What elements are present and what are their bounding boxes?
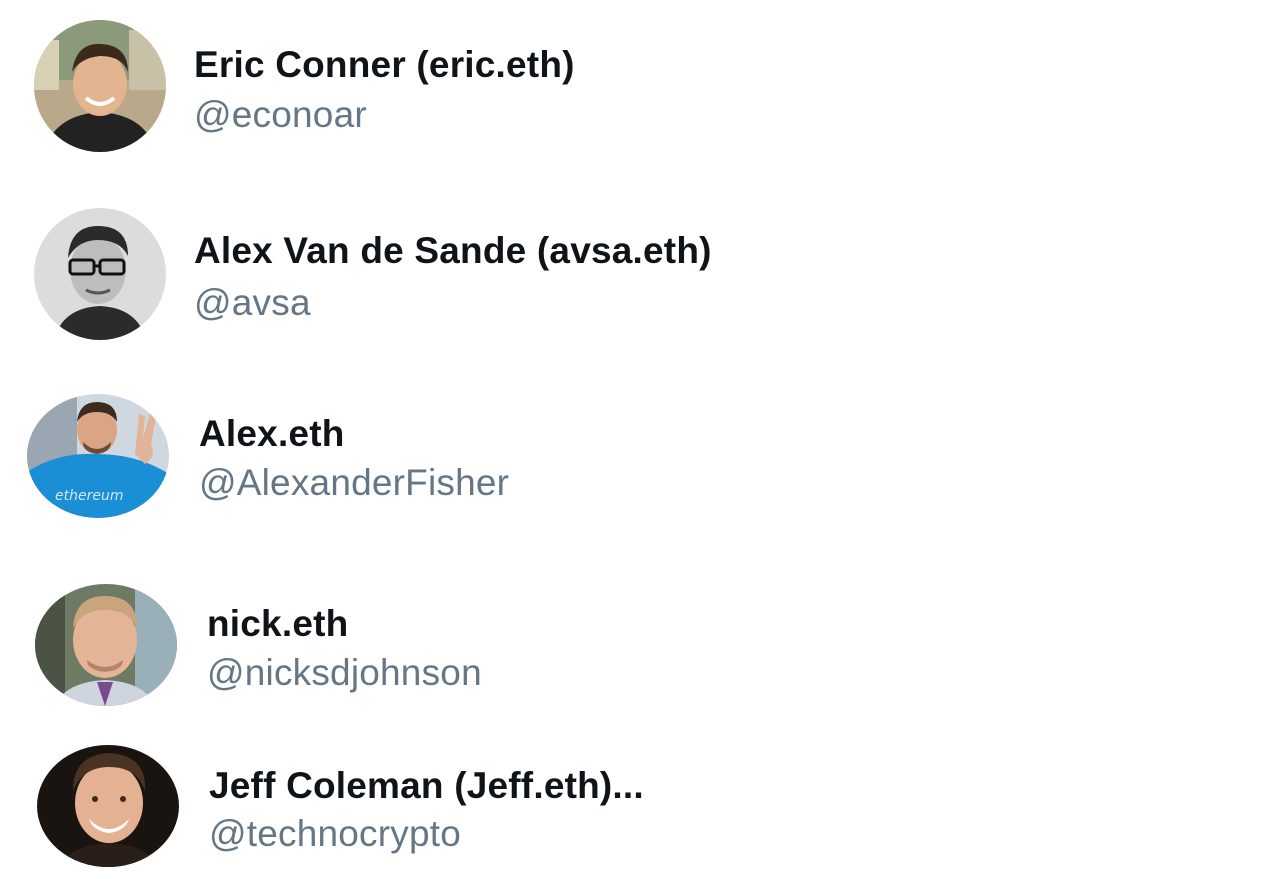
display-name[interactable]: Jeff Coleman (Jeff.eth)...: [209, 765, 644, 807]
display-name[interactable]: Alex Van de Sande (avsa.eth): [194, 230, 712, 272]
user-photo-avatar-icon: ethereum: [27, 394, 169, 518]
display-name[interactable]: Alex.eth: [199, 413, 345, 455]
user-handle[interactable]: @nicksdjohnson: [207, 652, 482, 694]
account-row-avsa[interactable]: Alex Van de Sande (avsa.eth) @avsa: [34, 208, 934, 342]
user-handle[interactable]: @avsa: [194, 282, 311, 324]
avatar[interactable]: [34, 20, 166, 152]
user-photo-avatar-icon: [34, 20, 166, 152]
avatar[interactable]: [34, 208, 166, 340]
user-photo-avatar-icon: [34, 208, 166, 340]
display-name[interactable]: Eric Conner (eric.eth): [194, 44, 575, 86]
avatar[interactable]: [37, 745, 179, 867]
account-row-technocrypto[interactable]: Jeff Coleman (Jeff.eth)... @technocrypto: [37, 745, 937, 879]
avatar[interactable]: ethereum: [27, 394, 169, 518]
display-name[interactable]: nick.eth: [207, 603, 348, 645]
user-photo-avatar-icon: [35, 584, 177, 706]
avatar-shirt-text: ethereum: [55, 488, 123, 504]
account-row-econoar[interactable]: Eric Conner (eric.eth) @econoar: [34, 20, 934, 154]
user-handle[interactable]: @econoar: [194, 94, 367, 136]
user-handle[interactable]: @technocrypto: [209, 813, 461, 855]
account-row-nicksdjohnson[interactable]: nick.eth @nicksdjohnson: [35, 584, 935, 718]
user-handle[interactable]: @AlexanderFisher: [199, 462, 509, 504]
account-row-alexanderfisher[interactable]: ethereum Alex.eth @AlexanderFisher: [27, 394, 927, 528]
account-list: Eric Conner (eric.eth) @econoar Alex Van…: [0, 0, 1282, 876]
avatar[interactable]: [35, 584, 177, 706]
user-photo-avatar-icon: [37, 745, 179, 867]
